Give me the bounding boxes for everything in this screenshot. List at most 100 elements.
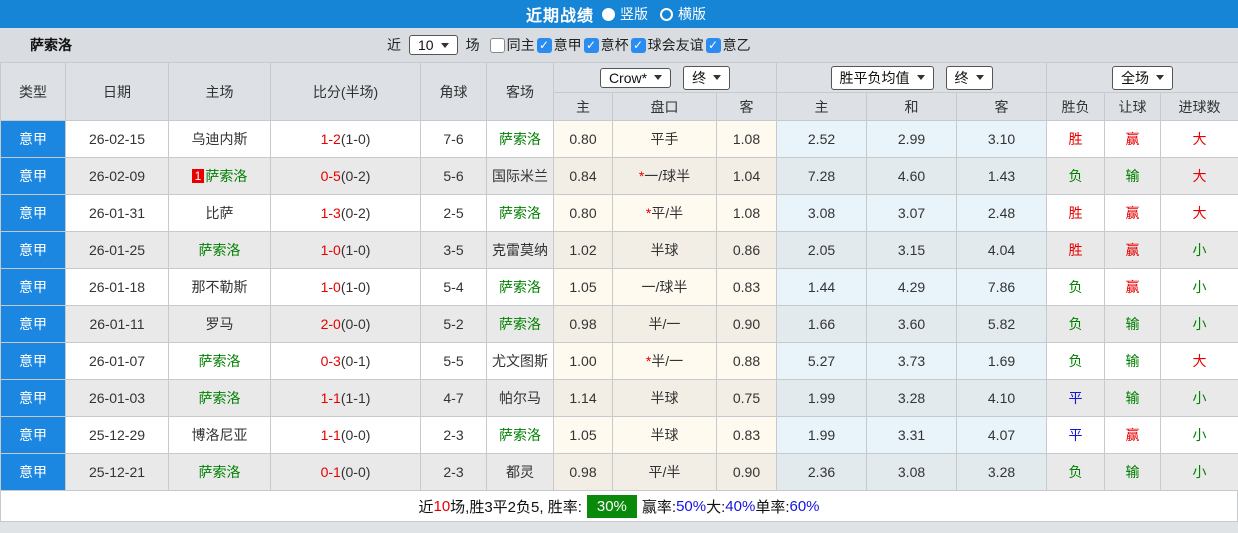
corner-cell: 5-6 <box>420 157 487 195</box>
goals-cell: 小 <box>1160 231 1238 269</box>
goals-value: 小 <box>1192 390 1207 406</box>
checkbox-icon[interactable] <box>583 37 599 53</box>
league-filter-option[interactable]: 意杯 <box>583 35 629 55</box>
radio-label: 竖版 <box>620 6 648 22</box>
radio-icon[interactable] <box>602 7 615 21</box>
goals-cell: 大 <box>1160 342 1238 380</box>
home-team-name[interactable]: 萨索洛 <box>199 242 241 258</box>
odds-type-select[interactable]: 胜平负均值 <box>830 65 934 90</box>
home-team-name[interactable]: 罗马 <box>206 316 234 332</box>
covers-cell: 赢 <box>1104 231 1162 269</box>
home-odds-cell: 0.84 <box>553 157 613 195</box>
goals-value: 小 <box>1192 279 1207 295</box>
bookmaker-select[interactable]: Crow* <box>599 67 672 88</box>
match-row: 意甲 26-02-15 乌迪内斯 1-2(1-0) 7-6 萨索洛 0.80 平… <box>0 120 1238 158</box>
checkbox-label: 球会友谊 <box>647 37 704 53</box>
handicap-cell: *一/球半 <box>612 157 717 195</box>
covers-cell: 赢 <box>1104 268 1162 306</box>
scope-select[interactable]: 全场 <box>1112 65 1174 90</box>
date-cell: 25-12-29 <box>65 416 169 454</box>
bookmaker-select-value: Crow* <box>608 69 648 86</box>
home-team-cell: 萨索洛 <box>168 379 271 417</box>
checkbox-icon[interactable] <box>705 37 721 53</box>
result-cell: 负 <box>1046 453 1106 491</box>
score-cell: 1-0(1-0) <box>270 231 421 269</box>
checkbox-icon[interactable] <box>630 37 646 53</box>
halftime-score: (1-0) <box>340 242 371 258</box>
bookmaker-time-select[interactable]: 终 <box>683 65 731 90</box>
page-title: 近期战绩 <box>525 8 594 25</box>
halftime-score: (1-0) <box>340 279 371 295</box>
covers-value: 输 <box>1125 390 1140 406</box>
corner-cell: 3-5 <box>420 231 487 269</box>
league-filter-option[interactable]: 意甲 <box>536 35 582 55</box>
away-odds-cell: 0.83 <box>715 416 778 454</box>
score-cell: 2-0(0-0) <box>270 305 421 343</box>
home-team-name[interactable]: 乌迪内斯 <box>192 131 248 147</box>
bookmaker-time-value: 终 <box>692 69 707 86</box>
covers-value: 赢 <box>1125 427 1140 443</box>
home-team-name[interactable]: 那不勒斯 <box>192 279 248 295</box>
radio-icon[interactable] <box>660 7 673 21</box>
away-odds-cell: 0.88 <box>715 342 778 380</box>
away-team-name[interactable]: 帕尔马 <box>499 390 541 406</box>
home-team-name[interactable]: 萨索洛 <box>205 168 247 184</box>
covers-value: 赢 <box>1125 279 1140 295</box>
checkbox-icon[interactable] <box>489 37 505 53</box>
home-team-name[interactable]: 萨索洛 <box>199 464 241 480</box>
league-cell: 意甲 <box>0 379 66 417</box>
home-odds-cell: 1.14 <box>553 379 613 417</box>
match-row: 意甲 25-12-29 博洛尼亚 1-1(0-0) 2-3 萨索洛 1.05 半… <box>0 416 1238 454</box>
corner-cell: 2-5 <box>420 194 487 232</box>
summary-segment: 40% <box>725 497 756 515</box>
title-bar: 近期战绩 竖版 横版 <box>0 0 1238 28</box>
results-table-body: 意甲 26-02-15 乌迪内斯 1-2(1-0) 7-6 萨索洛 0.80 平… <box>0 120 1238 491</box>
covers-value: 输 <box>1125 353 1140 369</box>
avg-win-cell: 2.05 <box>776 231 868 269</box>
home-team-name[interactable]: 萨索洛 <box>199 353 241 369</box>
away-team-cell: 都灵 <box>486 453 554 491</box>
score-cell: 0-1(0-0) <box>270 453 421 491</box>
fulltime-score: 1-3 <box>320 205 341 221</box>
away-team-name[interactable]: 萨索洛 <box>499 131 541 147</box>
layout-radio-option[interactable]: 横版 <box>660 4 706 24</box>
score-cell: 0-3(0-1) <box>270 342 421 380</box>
away-team-name[interactable]: 萨索洛 <box>499 279 541 295</box>
home-team-cell: 萨索洛 <box>168 231 271 269</box>
away-team-name[interactable]: 都灵 <box>506 464 534 480</box>
home-team-cell: 萨索洛 <box>168 342 271 380</box>
covers-value: 赢 <box>1125 131 1140 147</box>
goals-cell: 小 <box>1160 379 1238 417</box>
goals-value: 大 <box>1192 353 1207 369</box>
away-team-name[interactable]: 萨索洛 <box>499 205 541 221</box>
away-team-name[interactable]: 克雷莫纳 <box>492 242 548 258</box>
corner-cell: 7-6 <box>420 120 487 158</box>
summary-segment: 近 <box>418 498 434 516</box>
league-filter-option[interactable]: 球会友谊 <box>630 35 704 55</box>
near-label: 近 <box>387 37 401 53</box>
away-team-cell: 帕尔马 <box>486 379 554 417</box>
goals-value: 大 <box>1192 205 1207 221</box>
checkbox-icon[interactable] <box>536 37 552 53</box>
filter-bar: 萨索洛 近 10 场 同主 意甲 <box>0 28 1238 62</box>
match-row: 意甲 26-01-25 萨索洛 1-0(1-0) 3-5 克雷莫纳 1.02 半… <box>0 231 1238 269</box>
home-team-name[interactable]: 萨索洛 <box>199 390 241 406</box>
league-filter-option[interactable]: 同主 <box>489 35 535 55</box>
result-value: 胜 <box>1068 242 1083 258</box>
home-team-name[interactable]: 比萨 <box>206 205 234 221</box>
away-team-name[interactable]: 国际米兰 <box>492 168 548 184</box>
layout-radio-option[interactable]: 竖版 <box>602 4 648 24</box>
handicap-value: 一/球半 <box>641 279 688 295</box>
league-cell: 意甲 <box>0 342 66 380</box>
avg-lose-cell: 7.86 <box>956 268 1048 306</box>
away-odds-cell: 0.83 <box>715 268 778 306</box>
away-team-name[interactable]: 萨索洛 <box>499 427 541 443</box>
home-team-name[interactable]: 博洛尼亚 <box>192 427 248 443</box>
match-count-select[interactable]: 10 <box>409 35 458 55</box>
league-filter-option[interactable]: 意乙 <box>705 35 751 55</box>
odds-time-select[interactable]: 终 <box>945 65 993 90</box>
away-team-name[interactable]: 萨索洛 <box>499 316 541 332</box>
goals-cell: 大 <box>1160 157 1238 195</box>
away-team-name[interactable]: 尤文图斯 <box>492 353 548 369</box>
avg-draw-cell: 3.60 <box>866 305 958 343</box>
